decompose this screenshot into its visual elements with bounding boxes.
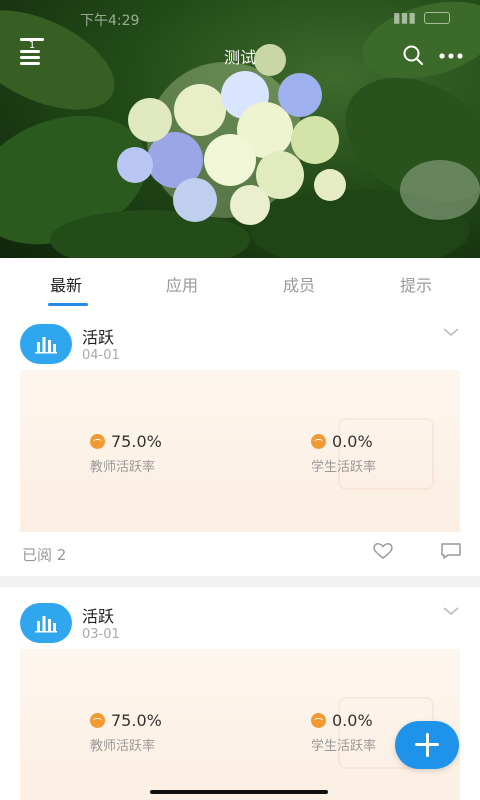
tab-indicator bbox=[48, 303, 88, 306]
add-button[interactable] bbox=[395, 721, 459, 769]
more-icon bbox=[439, 53, 463, 59]
speedometer-icon bbox=[311, 713, 326, 728]
chevron-down-icon[interactable] bbox=[442, 605, 460, 617]
search-button[interactable] bbox=[402, 44, 424, 66]
more-button[interactable] bbox=[438, 44, 464, 66]
signal-icon: ▮▮▮ bbox=[392, 10, 416, 26]
cover-photo: 下午4:29 ▮▮▮ 1 测试 bbox=[0, 0, 480, 258]
teacher-activity-stat: 75.0% 教师活跃率 bbox=[90, 711, 270, 754]
tab-members[interactable]: 成员 bbox=[283, 272, 315, 296]
stats-panel: 75.0% 教师活跃率 0.0% 学生活跃率 bbox=[20, 649, 460, 800]
status-icons: ▮▮▮ bbox=[393, 10, 450, 26]
tab-bar: 最新 应用 成员 提示 bbox=[0, 258, 480, 308]
stats-panel: 75.0% 教师活跃率 0.0% 学生活跃率 bbox=[20, 370, 460, 532]
tab-apps[interactable]: 应用 bbox=[166, 272, 198, 296]
activity-chart-icon bbox=[20, 603, 72, 643]
battery-icon bbox=[424, 12, 450, 24]
comment-icon[interactable] bbox=[440, 542, 462, 560]
feed-card[interactable]: 活跃 03-01 75.0% 教师活跃率 0.0% 学生活跃率 bbox=[0, 587, 480, 800]
status-time: 下午4:29 bbox=[80, 13, 140, 29]
app-screen: 下午4:29 ▮▮▮ 1 测试 最新 应用 成员 提示 活跃 04-01 75.… bbox=[0, 0, 480, 800]
activity-chart-icon bbox=[20, 324, 72, 364]
card-date: 03-01 bbox=[82, 627, 120, 642]
card-title: 活跃 bbox=[82, 328, 115, 347]
stat-value: 0.0% bbox=[332, 432, 373, 451]
feed-card[interactable]: 活跃 04-01 75.0% 教师活跃率 0.0% 学生活跃率 已阅 2 bbox=[0, 308, 480, 576]
stat-label: 学生活跃率 bbox=[311, 460, 377, 475]
student-activity-stat: 0.0% 学生活跃率 bbox=[311, 432, 460, 475]
read-count[interactable]: 已阅 2 bbox=[22, 544, 66, 565]
speedometer-icon bbox=[311, 434, 326, 449]
card-title: 活跃 bbox=[82, 607, 115, 626]
stat-label: 教师活跃率 bbox=[90, 739, 156, 754]
tab-latest[interactable]: 最新 bbox=[50, 272, 82, 296]
stat-value: 75.0% bbox=[111, 432, 162, 451]
top-bar: 1 测试 bbox=[0, 38, 480, 74]
tab-tips[interactable]: 提示 bbox=[400, 272, 432, 296]
home-indicator bbox=[150, 790, 328, 794]
stat-value: 75.0% bbox=[111, 711, 162, 730]
search-icon bbox=[403, 45, 423, 65]
status-bar: 下午4:29 ▮▮▮ bbox=[0, 8, 480, 32]
chevron-down-icon[interactable] bbox=[442, 326, 460, 338]
card-date: 04-01 bbox=[82, 348, 120, 363]
teacher-activity-stat: 75.0% 教师活跃率 bbox=[90, 432, 270, 475]
heart-icon[interactable] bbox=[372, 542, 394, 560]
speedometer-icon bbox=[90, 434, 105, 449]
speedometer-icon bbox=[90, 713, 105, 728]
stat-label: 教师活跃率 bbox=[90, 460, 156, 475]
notification-badge: 1 bbox=[20, 38, 44, 51]
stat-value: 0.0% bbox=[332, 711, 373, 730]
